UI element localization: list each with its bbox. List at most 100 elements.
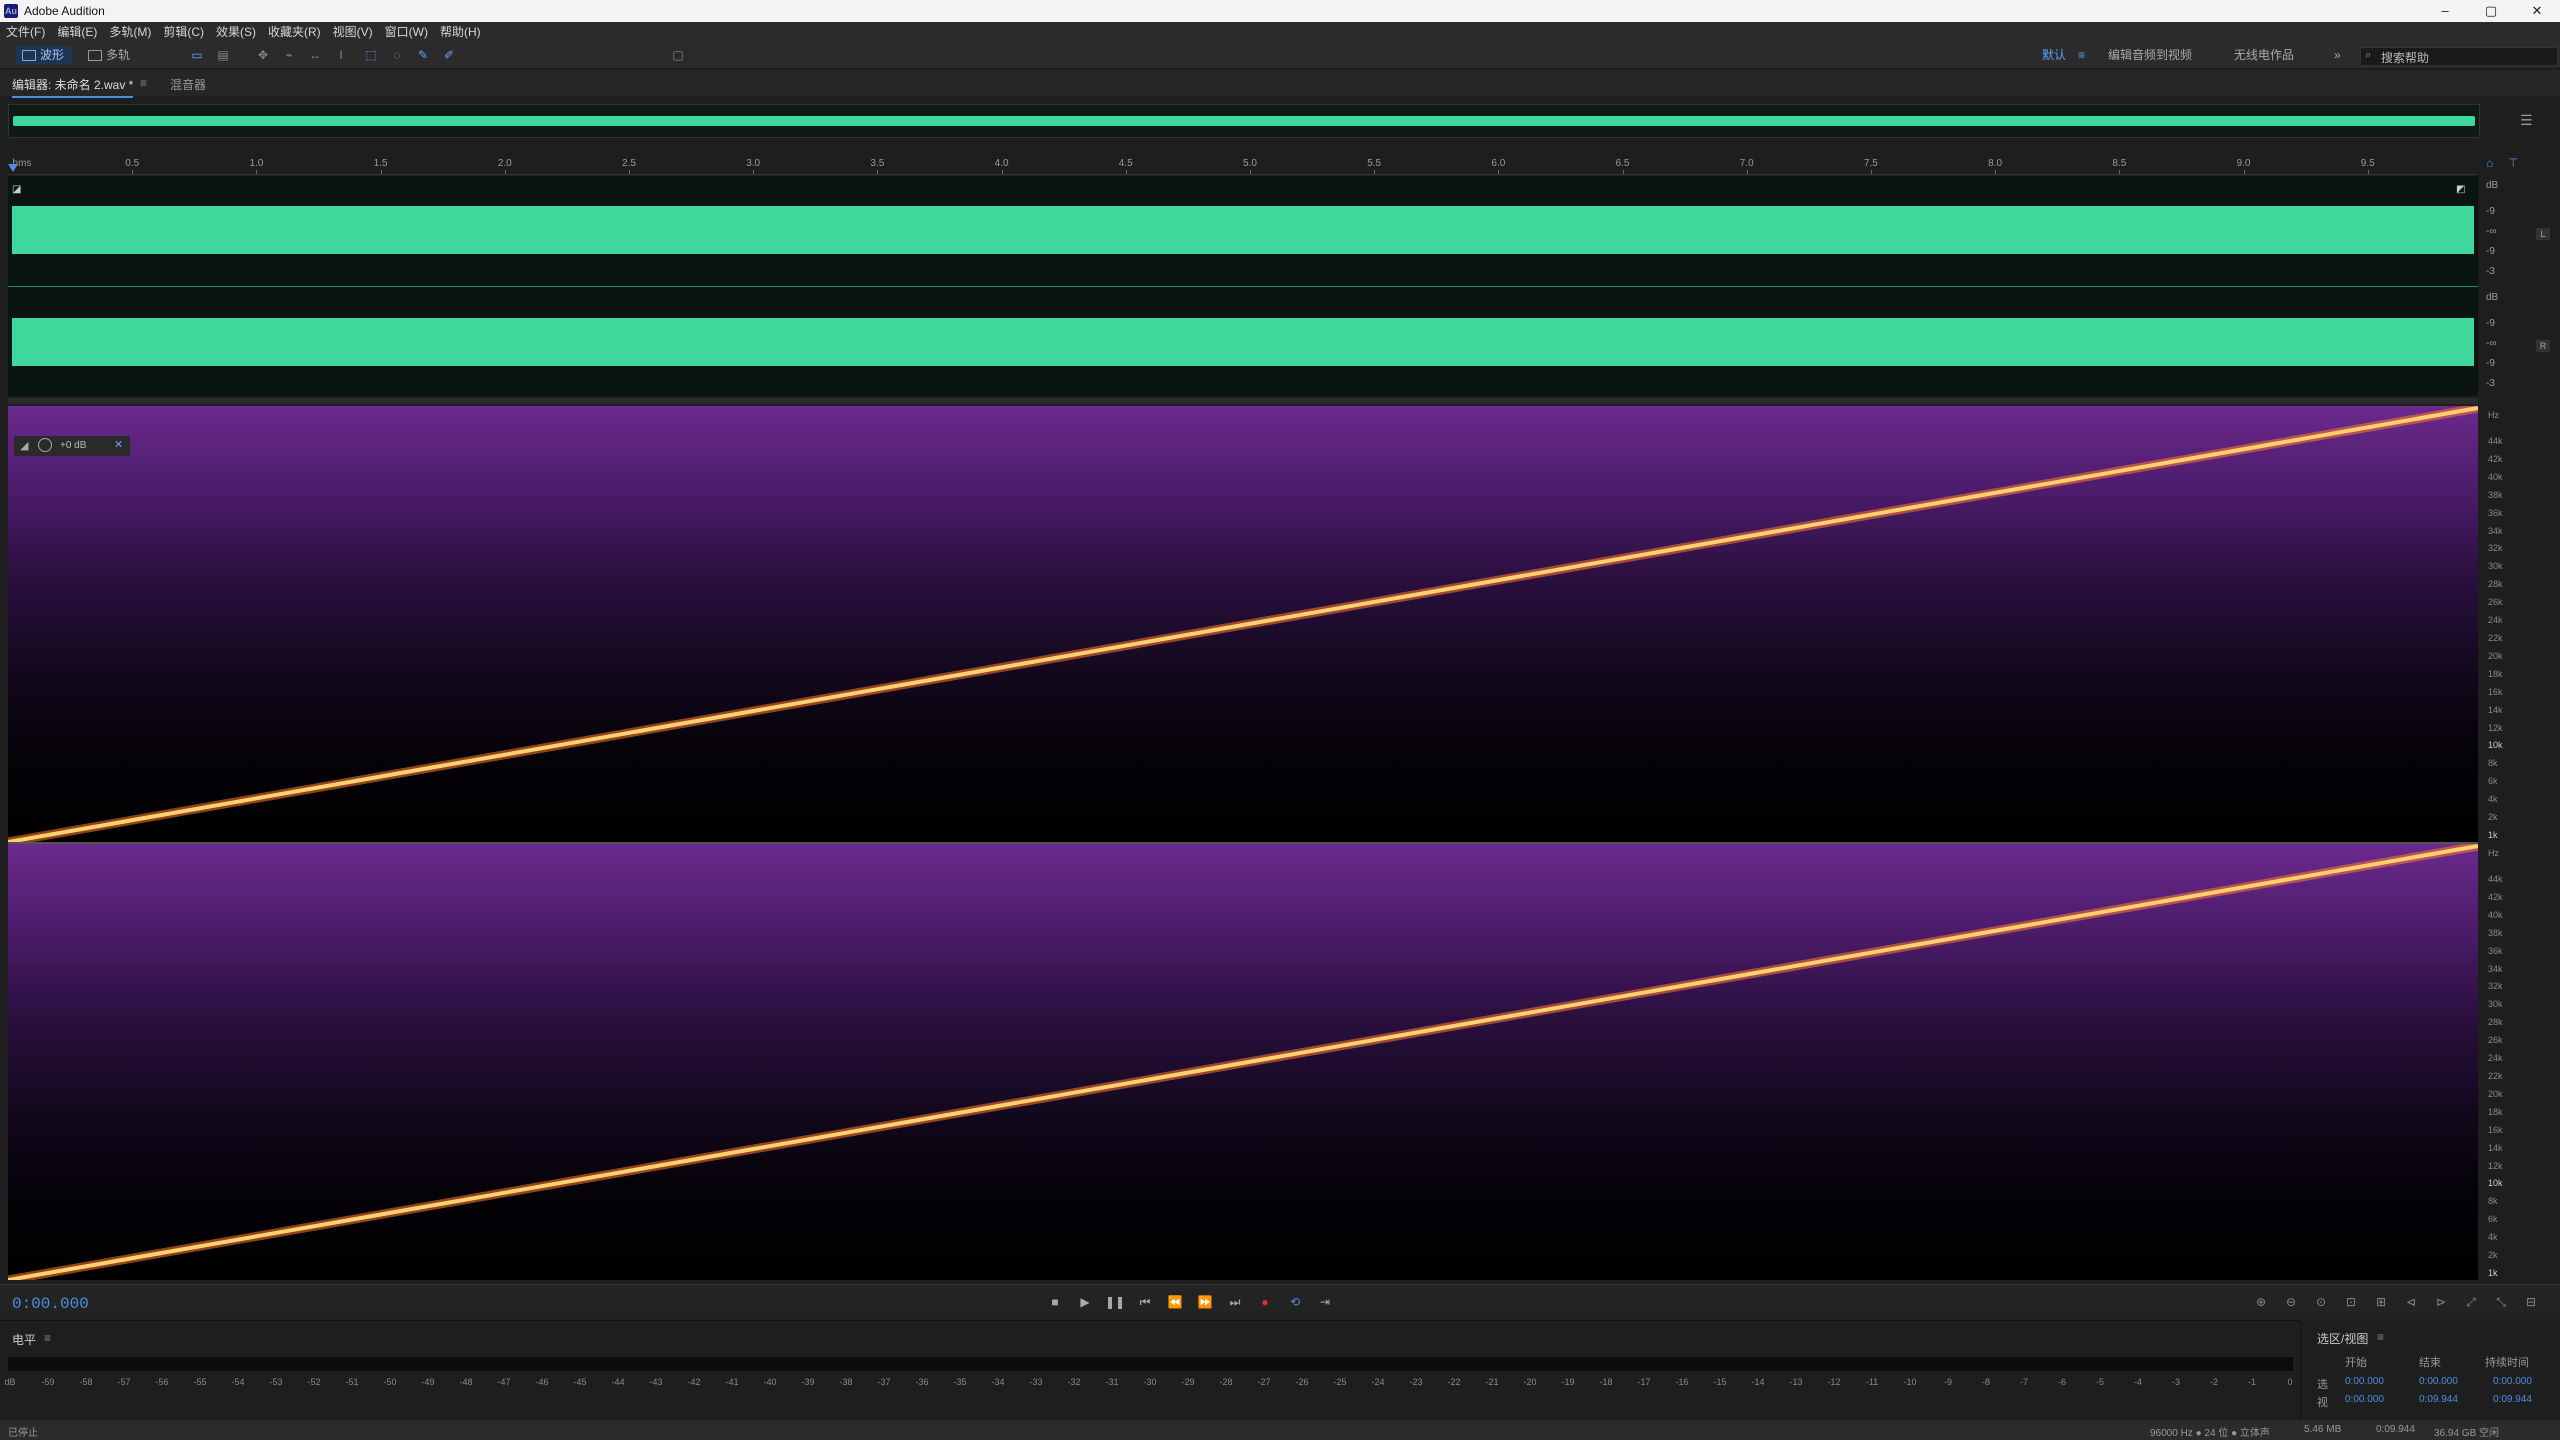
slip-tool-icon[interactable]: ↔ [306,46,324,64]
view-start-field[interactable]: 0:00.000 [2345,1394,2384,1405]
zoom-full-icon[interactable]: ⤢ [2460,1293,2482,1311]
playhead[interactable] [8,164,18,172]
maximize-button[interactable]: ▢ [2468,0,2514,22]
hz-tick-label: 44k [2488,436,2503,446]
ruler-label: 4.0 [994,158,1009,169]
menu-window[interactable]: 窗口(W) [379,22,434,42]
menu-file[interactable]: 文件(F) [0,22,51,42]
menu-effects[interactable]: 效果(S) [210,22,262,42]
menu-help[interactable]: 帮助(H) [434,22,487,42]
spot-healing-tool-icon[interactable]: ✐ [440,46,458,64]
hz-tick-label: 4k [2488,794,2498,805]
zoom-in-time-icon[interactable]: ⊞ [2370,1293,2392,1311]
ruler-label: 9.0 [2236,158,2251,169]
move-tool-icon[interactable]: ✥ [254,46,272,64]
hz-tick-label: 6k [2488,776,2498,787]
zoom-in-left-icon[interactable]: ⊲ [2400,1293,2422,1311]
view-end-field[interactable]: 0:09.944 [2419,1394,2458,1405]
tab-editor[interactable]: 编辑器: 未命名 2.wav * [12,76,134,98]
db-scale-label: -31 [1105,1377,1119,1387]
razor-tool-icon[interactable]: ⌁ [280,46,298,64]
hz-unit-label: Hz [2488,848,2499,858]
selection-start-field[interactable]: 0:00.000 [2345,1376,2384,1387]
hud-pin-icon[interactable]: ✕ [114,438,123,451]
multitrack-mode-button[interactable]: 多轨 [82,46,138,64]
zoom-out-full-icon[interactable]: ⊟ [2520,1293,2542,1311]
spectrogram-left[interactable] [8,406,2478,842]
zoom-to-time-icon[interactable]: ⌂ [2486,156,2500,170]
zoom-out-amplitude-icon[interactable]: ⊖ [2280,1293,2302,1311]
amplitude-corner-icon[interactable]: ◪ [12,184,21,195]
tab-menu-icon[interactable]: ≡ [140,76,147,90]
tab-mixer[interactable]: 混音器 [170,76,206,93]
zoom-reset-icon[interactable]: ⊙ [2310,1293,2332,1311]
view-duration-field[interactable]: 0:09.944 [2493,1394,2532,1405]
pause-button[interactable]: ❚❚ [1104,1293,1126,1311]
snap-marker-icon[interactable]: ⊤ [2508,156,2522,170]
hz-tick-label: 16k [2488,686,2503,697]
current-time-display[interactable]: 0:00.000 [12,1295,89,1313]
fast-forward-button[interactable]: ⏩ [1194,1293,1216,1311]
skip-selection-button[interactable]: ⇥ [1314,1293,1336,1311]
hz-tick-label: 14k [2488,704,2503,715]
zoom-selection-icon[interactable]: ⊡ [2340,1293,2362,1311]
time-selection-tool-icon[interactable]: I [332,46,350,64]
left-channel-tag[interactable]: L [2536,228,2550,240]
search-help-input[interactable]: ⌕ 搜索帮助 [2360,47,2558,66]
hz-tick-label: 30k [2488,561,2503,572]
view-splitter[interactable] [8,398,2478,404]
header-duration: 持续时间 [2485,1357,2529,1369]
workspace-menu-icon[interactable]: ≡ [2078,46,2085,64]
right-channel-tag[interactable]: R [2536,340,2550,352]
brush-tool-icon[interactable]: ✎ [414,46,432,64]
ruler-tick [1249,170,1251,174]
waveform-view-icon[interactable]: ▭ [188,46,206,64]
selection-end-field[interactable]: 0:00.000 [2419,1376,2458,1387]
zoom-out-time-icon[interactable]: ⤡ [2490,1293,2512,1311]
waveform-display[interactable]: ◪ ◩ [8,176,2478,396]
menu-edit[interactable]: 编辑(E) [51,22,103,42]
selection-panel-menu-icon[interactable]: ≡ [2377,1330,2384,1344]
zoom-panel-icon[interactable]: ☰ [2520,112,2536,128]
loop-button[interactable]: ⟲ [1284,1293,1306,1311]
spectrogram-right[interactable] [8,844,2478,1280]
workspace-radio[interactable]: 无线电作品 [2234,46,2294,64]
fade-out-handle-icon[interactable]: ◩ [2456,184,2465,195]
ruler-label: 3.5 [870,158,885,169]
marquee-tool-icon[interactable]: ⬚ [362,46,380,64]
timeline-ruler[interactable]: hms 0.5 1.0 1.5 2.0 2.5 3.0 3.5 4.0 4.5 5.0 5.5 6.0… [8,152,2478,175]
hz-tick-label: 26k [2488,1035,2503,1046]
zoom-in-right-icon[interactable]: ⊳ [2430,1293,2452,1311]
go-to-start-button[interactable]: ⏮ [1134,1293,1156,1311]
menu-view[interactable]: 视图(V) [327,22,379,42]
menu-multitrack[interactable]: 多轨(M) [103,22,157,42]
workspace-edit-video[interactable]: 编辑音频到视频 [2108,46,2192,64]
rewind-button[interactable]: ⏪ [1164,1293,1186,1311]
minimize-button[interactable]: – [2422,0,2468,22]
hz-tick-label: 24k [2488,615,2503,626]
menu-favorites[interactable]: 收藏夹(R) [262,22,327,42]
workspace-default[interactable]: 默认 [2042,46,2066,64]
go-to-end-button[interactable]: ⏭ [1224,1293,1246,1311]
waveform-mode-button[interactable]: 波形 [16,46,73,64]
db-scale-label: -47 [497,1377,511,1387]
db-scale-label: -16 [1675,1377,1689,1387]
ruler-tick [1498,170,1500,174]
spectral-hud[interactable]: ◢ +0 dB ✕ [14,436,130,456]
play-button[interactable]: ▶ [1074,1293,1096,1311]
close-button[interactable]: ✕ [2514,0,2560,22]
record-button[interactable]: ● [1254,1293,1276,1311]
zoom-in-amplitude-icon[interactable]: ⊕ [2250,1293,2272,1311]
db-scale-label: -37 [877,1377,891,1387]
lasso-tool-icon[interactable]: ◌ [388,46,406,64]
spectral-view-icon[interactable]: ▤ [214,46,232,64]
ruler-label: 1.0 [249,158,264,169]
gain-dial-icon[interactable] [38,438,52,452]
menu-clip[interactable]: 剪辑(C) [157,22,210,42]
more-workspaces-icon[interactable]: » [2334,46,2341,64]
hz-tick-label: 12k [2488,1160,2503,1171]
stop-button[interactable]: ■ [1044,1293,1066,1311]
file-duration: 0:09.944 [2376,1424,2415,1435]
overview-navigator[interactable] [8,104,2480,138]
selection-duration-field[interactable]: 0:00.000 [2493,1376,2532,1387]
